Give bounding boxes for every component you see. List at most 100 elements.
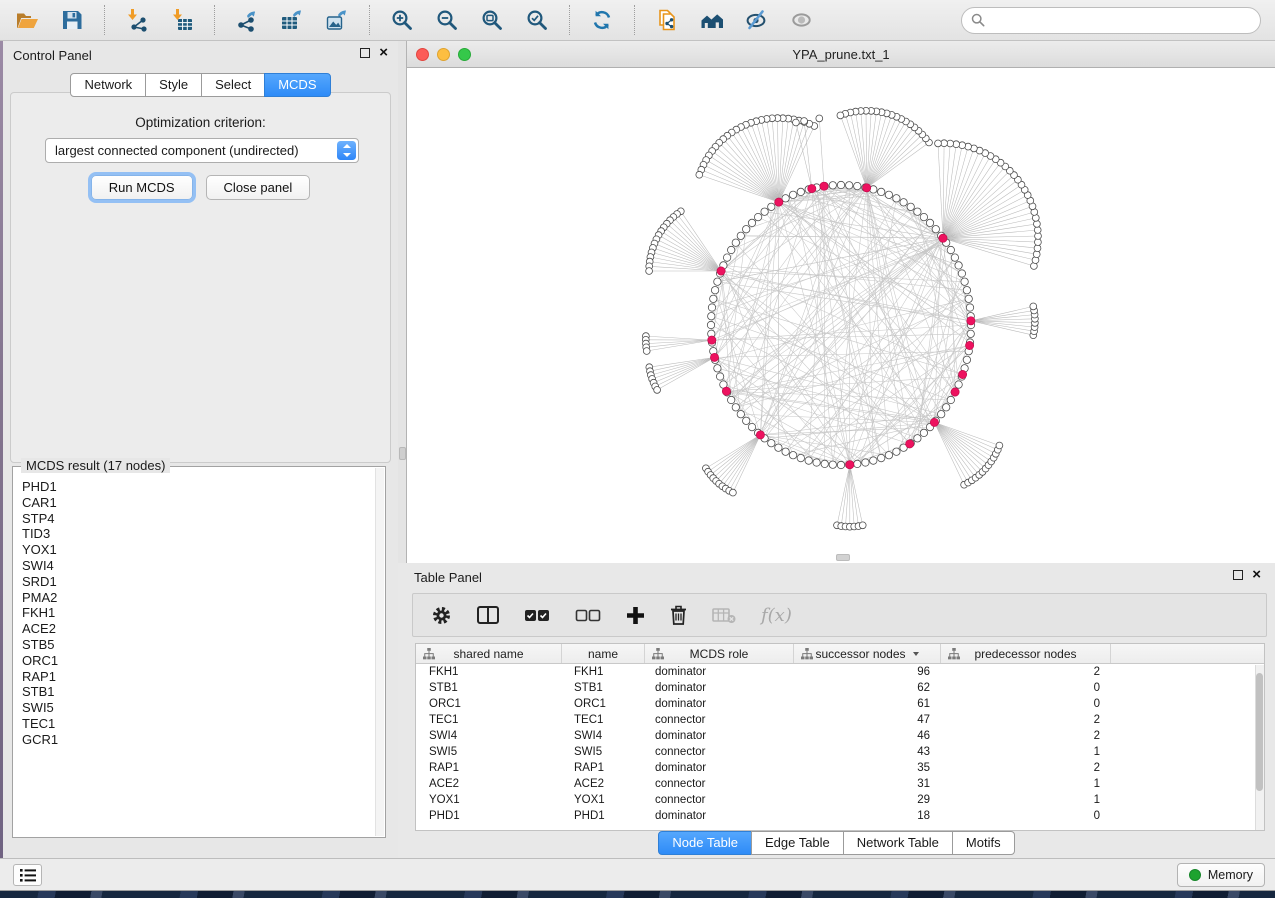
list-item[interactable]: GCR1 <box>22 732 375 748</box>
settings-gear-icon[interactable] <box>431 603 452 627</box>
add-row-icon[interactable] <box>626 603 645 627</box>
run-mcds-button[interactable]: Run MCDS <box>91 175 193 200</box>
deselect-all-icon[interactable] <box>575 603 601 627</box>
import-table-icon[interactable] <box>169 7 195 33</box>
column-header-name[interactable]: name <box>562 644 645 663</box>
table-row[interactable]: SWI4SWI4dominator462 <box>416 728 1264 744</box>
mcds-result-list[interactable]: PHD1CAR1STP4TID3YOX1SWI4SRD1PMA2FKH1ACE2… <box>14 468 375 836</box>
show-eye-icon[interactable] <box>789 7 815 33</box>
table-scrollbar[interactable] <box>1255 665 1264 830</box>
float-window-icon[interactable] <box>1233 570 1243 580</box>
clone-network-icon[interactable] <box>654 7 680 33</box>
cell: 0 <box>941 810 1111 822</box>
tab-mcds[interactable]: MCDS <box>264 73 330 97</box>
cell: 1 <box>941 778 1111 790</box>
column-header-mcds-role[interactable]: MCDS role <box>645 644 794 663</box>
table-row[interactable]: TEC1TEC1connector472 <box>416 712 1264 728</box>
table-row[interactable]: ACE2ACE2connector311 <box>416 776 1264 792</box>
zoom-selected-icon[interactable] <box>524 7 550 33</box>
cell: dominator <box>645 810 794 822</box>
table-row[interactable]: STB1STB1dominator620 <box>416 680 1264 696</box>
network-window-titlebar[interactable]: YPA_prune.txt_1 <box>407 41 1275 68</box>
column-header-shared-name[interactable]: shared name <box>416 644 562 663</box>
list-item[interactable]: TEC1 <box>22 716 375 732</box>
list-item[interactable]: STB5 <box>22 637 375 653</box>
search-field[interactable] <box>991 13 1251 28</box>
hide-eye-slash-icon[interactable] <box>744 7 770 33</box>
show-hide-columns-icon[interactable] <box>477 603 499 627</box>
dropdown-stepper-icon <box>337 141 356 160</box>
column-header-successor-nodes[interactable]: successor nodes <box>794 644 941 663</box>
save-session-icon[interactable] <box>59 7 85 33</box>
optimization-criterion-select[interactable]: largest connected component (undirected) <box>45 138 359 163</box>
cell: YOX1 <box>562 794 645 806</box>
cell: 47 <box>794 714 941 726</box>
tab-node-table[interactable]: Node Table <box>658 831 752 855</box>
tab-select[interactable]: Select <box>201 73 265 97</box>
splitter-handle[interactable] <box>399 447 406 460</box>
network-canvas[interactable] <box>407 68 1275 563</box>
node-table: shared namenameMCDS rolesuccessor nodesp… <box>415 643 1265 831</box>
open-session-icon[interactable] <box>14 7 40 33</box>
table-row[interactable]: SWI5SWI5connector431 <box>416 744 1264 760</box>
close-panel-icon[interactable]: × <box>379 48 388 58</box>
tab-network[interactable]: Network <box>70 73 146 97</box>
table-header-row: shared namenameMCDS rolesuccessor nodesp… <box>416 644 1264 664</box>
list-item[interactable]: SRD1 <box>22 574 375 590</box>
tab-style[interactable]: Style <box>145 73 202 97</box>
export-table-icon[interactable] <box>279 7 305 33</box>
table-row[interactable]: PHD1PHD1dominator180 <box>416 808 1264 824</box>
list-item[interactable]: ORC1 <box>22 653 375 669</box>
list-item[interactable]: CAR1 <box>22 495 375 511</box>
tab-edge-table[interactable]: Edge Table <box>751 831 844 855</box>
cell: ACE2 <box>416 778 562 790</box>
list-item[interactable]: SWI4 <box>22 558 375 574</box>
refresh-layout-icon[interactable] <box>589 7 615 33</box>
memory-status-icon <box>1189 869 1201 881</box>
cell: RAP1 <box>416 762 562 774</box>
tab-motifs[interactable]: Motifs <box>952 831 1015 855</box>
list-item[interactable]: STB1 <box>22 684 375 700</box>
tab-network-table[interactable]: Network Table <box>843 831 953 855</box>
scrollbar-thumb[interactable] <box>1256 673 1263 791</box>
zoom-in-icon[interactable] <box>389 7 415 33</box>
list-scrollbar[interactable] <box>375 468 384 836</box>
memory-button[interactable]: Memory <box>1177 863 1265 887</box>
export-image-icon[interactable] <box>324 7 350 33</box>
select-all-icon[interactable] <box>524 603 550 627</box>
zoom-fit-icon[interactable] <box>479 7 505 33</box>
vertical-splitter[interactable] <box>398 41 406 563</box>
horizontal-splitter-handle[interactable] <box>836 554 850 561</box>
table-row[interactable]: FKH1FKH1dominator962 <box>416 664 1264 680</box>
float-window-icon[interactable] <box>360 48 370 58</box>
list-item[interactable]: ACE2 <box>22 621 375 637</box>
search-input[interactable] <box>961 7 1261 34</box>
import-network-icon[interactable] <box>124 7 150 33</box>
list-item[interactable]: PHD1 <box>22 479 375 495</box>
list-item[interactable]: FKH1 <box>22 605 375 621</box>
cell: 61 <box>794 698 941 710</box>
cell: 1 <box>941 794 1111 806</box>
close-panel-icon[interactable]: × <box>1252 570 1261 580</box>
list-item[interactable]: RAP1 <box>22 669 375 685</box>
table-row[interactable]: RAP1RAP1dominator352 <box>416 760 1264 776</box>
export-network-icon[interactable] <box>234 7 260 33</box>
cell: 2 <box>941 714 1111 726</box>
list-item[interactable]: STP4 <box>22 511 375 527</box>
table-row[interactable]: YOX1YOX1connector291 <box>416 792 1264 808</box>
cell: 18 <box>794 810 941 822</box>
table-row[interactable]: ORC1ORC1dominator610 <box>416 696 1264 712</box>
neighborhood-icon[interactable] <box>699 7 725 33</box>
column-header-predecessor-nodes[interactable]: predecessor nodes <box>941 644 1111 663</box>
sort-descending-icon <box>913 652 919 656</box>
zoom-out-icon[interactable] <box>434 7 460 33</box>
cell: connector <box>645 778 794 790</box>
list-item[interactable]: YOX1 <box>22 542 375 558</box>
delete-row-icon[interactable] <box>670 603 687 627</box>
list-item[interactable]: PMA2 <box>22 590 375 606</box>
cell: STB1 <box>416 682 562 694</box>
list-item[interactable]: SWI5 <box>22 700 375 716</box>
task-history-button[interactable] <box>13 864 42 886</box>
close-panel-button[interactable]: Close panel <box>206 175 311 200</box>
list-item[interactable]: TID3 <box>22 526 375 542</box>
